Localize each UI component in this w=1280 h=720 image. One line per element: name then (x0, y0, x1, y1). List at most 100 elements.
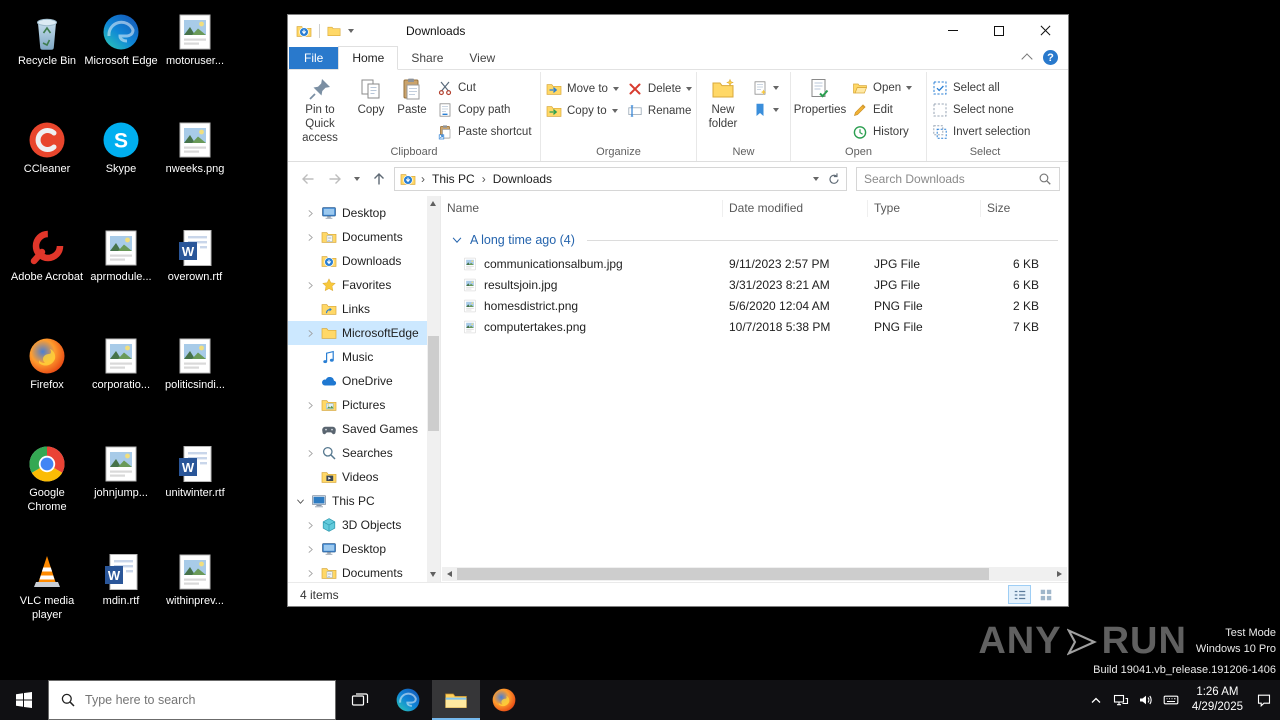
chevron-right-icon[interactable] (305, 544, 316, 555)
desktop-icon-recycle-bin[interactable]: Recycle Bin (10, 12, 84, 69)
quick-access-toolbar-dropdown-icon[interactable] (348, 29, 354, 33)
new-folder-button[interactable]: New folder (698, 73, 748, 132)
new-item-button[interactable] (752, 79, 779, 96)
recent-locations-button[interactable] (350, 167, 364, 191)
title-bar[interactable]: Downloads (288, 15, 1068, 46)
tab-home[interactable]: Home (338, 46, 398, 70)
open-button[interactable]: Open (852, 79, 912, 96)
nav-item-downloads[interactable]: Downloads (288, 249, 440, 273)
desktop-icon-withinprev[interactable]: withinprev... (158, 552, 232, 609)
desktop-icon-google-chrome[interactable]: Google Chrome (10, 444, 84, 515)
file-name-cell[interactable]: homesdistrict.png (441, 299, 723, 313)
desktop-icon-unitwinter[interactable]: unitwinter.rtf (158, 444, 232, 501)
breadcrumb-this-pc[interactable]: This PC (430, 172, 477, 186)
desktop-icon-vlc[interactable]: VLC media player (10, 552, 84, 623)
chevron-right-icon[interactable] (305, 520, 316, 531)
nav-item-3d-objects[interactable]: 3D Objects (288, 513, 440, 537)
folder-icon[interactable] (327, 24, 341, 38)
tab-share[interactable]: Share (398, 47, 456, 69)
desktop-icon-corporatio[interactable]: corporatio... (84, 336, 158, 393)
file-row[interactable]: homesdistrict.png 5/6/2020 12:04 AM PNG … (441, 295, 1068, 316)
address-dropdown-icon[interactable] (813, 177, 819, 181)
breadcrumb-downloads[interactable]: Downloads (491, 172, 554, 186)
file-group-header[interactable]: A long time ago (4) (441, 227, 1068, 253)
up-button[interactable] (367, 167, 391, 191)
search-box[interactable] (856, 167, 1060, 191)
scroll-right-icon[interactable] (1057, 571, 1062, 577)
start-button[interactable] (0, 680, 48, 720)
desktop-icon-aprmodule[interactable]: aprmodule... (84, 228, 158, 285)
search-icon[interactable] (1038, 172, 1052, 186)
delete-button[interactable]: Delete (627, 80, 692, 97)
file-row[interactable]: resultsjoin.jpg 3/31/2023 8:21 AM JPG Fi… (441, 274, 1068, 295)
task-view-button[interactable] (336, 680, 384, 720)
chevron-down-icon[interactable] (295, 496, 306, 507)
taskbar-file-explorer-button[interactable] (432, 680, 480, 720)
tab-file[interactable]: File (289, 47, 338, 69)
properties-button[interactable]: Properties (792, 73, 848, 118)
copy-to-button[interactable]: Copy to (546, 102, 619, 119)
horizontal-scrollbar[interactable] (442, 567, 1067, 581)
taskbar-firefox-button[interactable] (480, 680, 528, 720)
desktop-icon-overown[interactable]: overown.rtf (158, 228, 232, 285)
chevron-down-icon[interactable] (450, 233, 464, 247)
file-name-cell[interactable]: communicationsalbum.jpg (441, 257, 723, 271)
select-none-button[interactable]: Select none (932, 101, 1030, 118)
column-header-type[interactable]: Type (868, 200, 981, 217)
desktop-icon-motoruser[interactable]: motoruser... (158, 12, 232, 69)
chevron-right-icon[interactable] (305, 400, 316, 411)
action-center-button[interactable] (1251, 680, 1276, 720)
scroll-left-icon[interactable] (447, 571, 452, 577)
file-name-cell[interactable]: computertakes.png (441, 320, 723, 334)
file-name-cell[interactable]: resultsjoin.jpg (441, 278, 723, 292)
nav-item-searches[interactable]: Searches (288, 441, 440, 465)
select-all-button[interactable]: Select all (932, 79, 1030, 96)
nav-item-favorites[interactable]: Favorites (288, 273, 440, 297)
nav-scrollbar-thumb[interactable] (428, 336, 439, 431)
nav-item-documents-pc[interactable]: Documents (288, 561, 440, 582)
cut-button[interactable]: Cut (437, 79, 532, 96)
scroll-up-icon[interactable] (430, 201, 436, 206)
refresh-icon[interactable] (827, 172, 841, 186)
scroll-down-icon[interactable] (430, 572, 436, 577)
column-header-name[interactable]: Name (441, 200, 723, 217)
history-button[interactable]: History (852, 123, 912, 140)
file-row[interactable]: computertakes.png 10/7/2018 5:38 PM PNG … (441, 316, 1068, 337)
nav-item-microsoftedge[interactable]: MicrosoftEdge (288, 321, 440, 345)
desktop-icon-skype[interactable]: Skype (84, 120, 158, 177)
maximize-button[interactable] (976, 15, 1022, 46)
minimize-button[interactable] (930, 15, 976, 46)
details-view-button[interactable] (1008, 585, 1031, 604)
nav-item-pictures[interactable]: Pictures (288, 393, 440, 417)
horizontal-scrollbar-thumb[interactable] (457, 568, 989, 580)
tab-view[interactable]: View (456, 47, 508, 69)
tray-keyboard-button[interactable] (1159, 680, 1184, 720)
chevron-right-icon[interactable] (305, 208, 316, 219)
paste-shortcut-button[interactable]: Paste shortcut (437, 123, 532, 140)
desktop-icon-politicsindi[interactable]: politicsindi... (158, 336, 232, 393)
column-header-size[interactable]: Size (981, 200, 1057, 217)
move-to-button[interactable]: Move to (546, 80, 619, 97)
desktop-icon-ccleaner[interactable]: CCleaner (10, 120, 84, 177)
desktop-icon-firefox[interactable]: Firefox (10, 336, 84, 393)
edit-button[interactable]: Edit (852, 101, 912, 118)
chevron-right-icon[interactable] (305, 280, 316, 291)
file-row[interactable]: communicationsalbum.jpg 9/11/2023 2:57 P… (441, 253, 1068, 274)
address-breadcrumb-bar[interactable]: › This PC › Downloads (394, 167, 847, 191)
search-input[interactable] (864, 172, 1038, 186)
tray-show-hidden-icons-button[interactable] (1084, 680, 1109, 720)
nav-item-videos[interactable]: Videos (288, 465, 440, 489)
copy-path-button[interactable]: Copy path (437, 101, 532, 118)
nav-item-saved-games[interactable]: Saved Games (288, 417, 440, 441)
desktop-icon-adobe-acrobat[interactable]: Adobe Acrobat (10, 228, 84, 285)
desktop-icon-microsoft-edge[interactable]: Microsoft Edge (84, 12, 158, 69)
tray-network-button[interactable] (1109, 680, 1134, 720)
help-icon[interactable]: ? (1043, 50, 1058, 65)
chevron-right-icon[interactable] (305, 568, 316, 579)
taskbar-search-input[interactable] (85, 693, 324, 707)
column-header-date-modified[interactable]: Date modified (723, 200, 868, 217)
paste-button[interactable]: Paste (391, 73, 433, 118)
forward-button[interactable] (323, 167, 347, 191)
minimize-ribbon-icon[interactable] (1021, 53, 1032, 64)
easy-access-button[interactable] (752, 101, 779, 118)
